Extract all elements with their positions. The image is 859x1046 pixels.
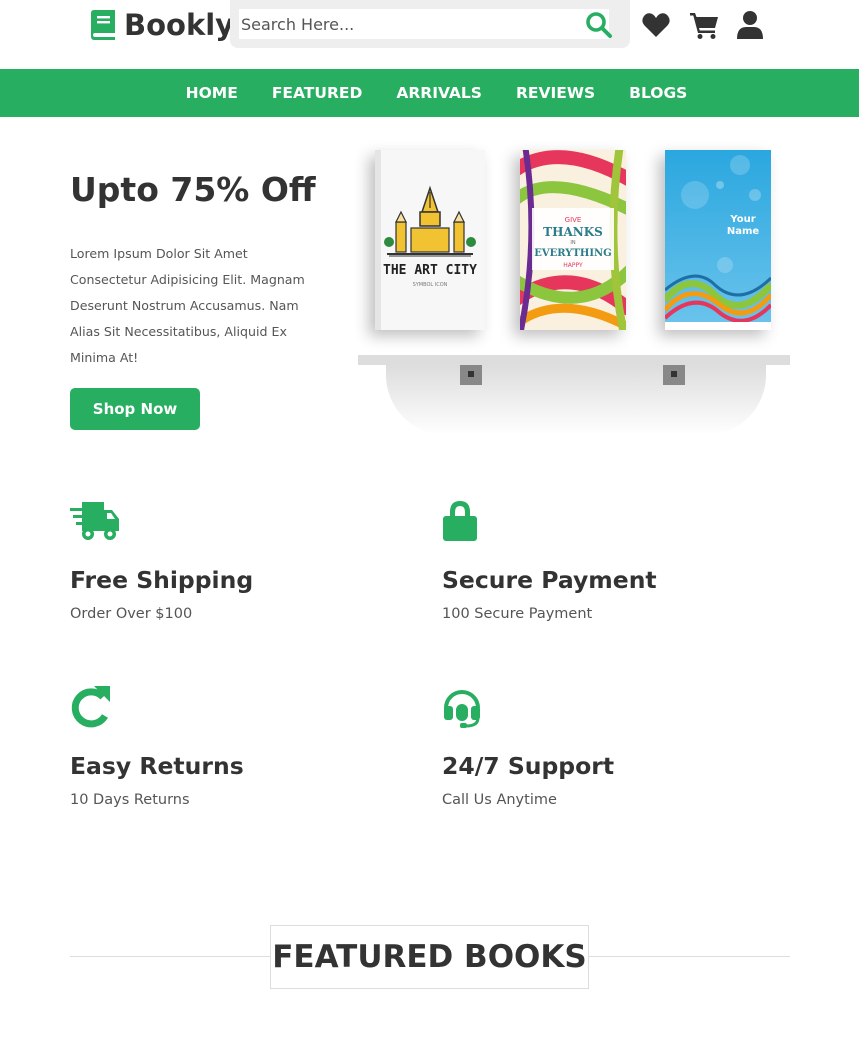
logo[interactable]: Bookly: [88, 6, 234, 44]
svg-text:SYMBOL ICON: SYMBOL ICON: [413, 282, 448, 288]
search-input[interactable]: [239, 9, 609, 39]
navbar: HOME FEATURED ARRIVALS REVIEWS BLOGS: [0, 69, 859, 117]
svg-text:EVERYTHING: EVERYTHING: [534, 248, 611, 259]
book-icon: [91, 10, 115, 40]
book-cover-art-city[interactable]: THE ART CITY SYMBOL ICON: [375, 150, 485, 330]
search-icon[interactable]: [584, 10, 614, 40]
featured-books-heading: FEATURED BOOKS: [270, 925, 589, 989]
svg-text:Your: Your: [729, 214, 755, 225]
user-icon[interactable]: [736, 10, 766, 40]
feature-subtitle: Order Over $100: [70, 606, 193, 622]
svg-text:THE ART CITY: THE ART CITY: [383, 263, 477, 278]
bracket-screw: [671, 371, 677, 377]
shelf-shadow: [386, 365, 766, 435]
nav-featured[interactable]: FEATURED: [272, 84, 363, 102]
redo-icon: [71, 686, 110, 728]
hero-description: Lorem Ipsum Dolor Sit Amet Consectetur A…: [70, 246, 305, 365]
svg-text:GIVE: GIVE: [565, 216, 582, 224]
book-cover-give-thanks[interactable]: GIVE THANKS IN EVERYTHING HAPPY: [520, 150, 626, 330]
book-cover-your-name[interactable]: Your Name: [665, 150, 771, 330]
book-shelf: THE ART CITY SYMBOL ICON GIVE THANKS IN …: [350, 140, 800, 450]
feature-subtitle: 10 Days Returns: [70, 792, 190, 808]
shelf-bracket-right: [663, 365, 685, 385]
nav-arrivals[interactable]: ARRIVALS: [396, 84, 482, 102]
brand-name: Bookly: [124, 8, 235, 42]
shop-now-button[interactable]: Shop Now: [70, 388, 200, 430]
nav-reviews[interactable]: REVIEWS: [516, 84, 595, 102]
nav-blogs[interactable]: BLOGS: [629, 84, 687, 102]
feature-easy-returns: Easy Returns 10 Days Returns: [70, 686, 410, 808]
feature-secure-payment: Secure Payment 100 Secure Payment: [442, 500, 782, 622]
header: Bookly: [0, 0, 859, 69]
svg-text:IN: IN: [570, 240, 575, 246]
feature-title: 24/7 Support: [442, 752, 615, 780]
feature-subtitle: 100 Secure Payment: [442, 606, 593, 622]
feature-title: Secure Payment: [442, 566, 657, 594]
feature-subtitle: Call Us Anytime: [442, 792, 557, 808]
truck-icon: [70, 502, 119, 540]
svg-text:THANKS: THANKS: [543, 225, 603, 239]
feature-free-shipping: Free Shipping Order Over $100: [70, 500, 410, 622]
feature-title: Easy Returns: [70, 752, 244, 780]
search-form: [230, 0, 630, 48]
svg-text:HAPPY: HAPPY: [563, 262, 583, 269]
shelf-plank: [358, 355, 790, 365]
feature-title: Free Shipping: [70, 566, 254, 594]
nav-home[interactable]: HOME: [186, 84, 238, 102]
lock-icon: [443, 501, 477, 541]
cart-icon[interactable]: [689, 10, 719, 40]
bracket-screw: [468, 371, 474, 377]
heart-icon[interactable]: [641, 10, 671, 40]
hero-title: Upto 75% Off: [70, 170, 316, 209]
headset-icon: [444, 690, 480, 728]
feature-support: 24/7 Support Call Us Anytime: [442, 686, 782, 808]
nav-links: HOME FEATURED ARRIVALS REVIEWS BLOGS: [0, 69, 859, 117]
svg-text:Name: Name: [727, 226, 760, 237]
shelf-bracket-left: [460, 365, 482, 385]
